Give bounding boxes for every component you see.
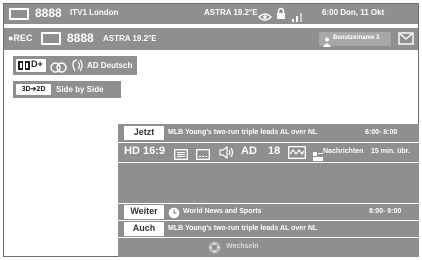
features-row: HD 16:9 AD 18 Nachrichten 15 min. übr. [118,143,419,162]
channel-name: ITV1 London [70,8,119,17]
next-time: 8:00- 9:00 [369,208,402,215]
audio-description-icon [70,59,84,77]
signal-eye-icon [258,9,272,27]
rec-channel-number: 8888 [67,31,94,45]
waveform-icon [288,146,306,164]
ad-badge: AD [241,145,257,157]
satellite-label: ASTRA 19.2°E [204,8,258,17]
3d-mode-bar: 3D➔2D Side by Side [13,81,121,98]
3d-to-2d-chip: 3D➔2D [16,84,51,95]
switch-button[interactable]: Wechseln [208,240,288,255]
switch-label: Wechseln [226,243,259,250]
audio-info-bar: D+ AD Deutsch [13,56,137,75]
channel-info-bar: 8888 ITV1 London ASTRA 19.2°E 6:00 Don, … [4,4,418,24]
lock-icon [276,7,286,25]
next-label: Weiter [124,205,164,219]
now-time: 6:00- 8:00 [365,129,398,136]
also-title: MLB Young's two-run triple leads AL over… [168,225,318,232]
audio-language: AD Deutsch [87,61,133,70]
signal-strength-icon [291,9,303,27]
teletext-icon [174,147,188,165]
now-label: Jetzt [124,126,164,140]
mail-icon[interactable] [398,32,414,50]
dolby-label: D+ [31,59,43,69]
now-row[interactable]: Jetzt MLB Young's two-run triple leads A… [118,124,419,142]
genre-label: Nachrichten [323,148,364,155]
rec-satellite-label: ASTRA 19.2°E [103,34,157,43]
panel-divider [118,237,419,238]
user-chip[interactable]: Benutzername 3 [319,32,391,47]
nav-button-icon [208,241,221,259]
news-icon [313,148,323,166]
dolby-icon: D+ [16,59,46,72]
now-title: MLB Young's two-run triple leads AL over… [168,129,318,136]
aspect-ratio-badge: 16:9 [143,145,166,157]
time-date: 6:00 Don, 11 Okt [322,8,385,17]
remaining-time: 15 min. übr. [371,148,410,155]
panel-divider [118,162,419,163]
screen-icon [41,32,61,45]
rec-indicator: ●REC [8,33,33,43]
next-title: World News and Sports [183,208,262,215]
recording-bar: ●REC 8888 ASTRA 19.2°E Benutzername 3 [4,28,418,50]
user-name: Benutzername 3 [333,35,380,41]
screen-icon [9,8,29,20]
stereo-icon [50,60,67,78]
user-icon [323,34,331,52]
also-row[interactable]: Auch MLB Young's two-run triple leads AL… [118,221,419,237]
also-label: Auch [124,222,164,236]
hd-badge: HD [124,145,140,157]
next-row[interactable]: Weiter World News and Sports 8:00- 9:00 [118,204,419,220]
subtitle-icon [196,147,210,165]
3d-mode-label: Side by Side [56,85,104,94]
channel-number: 8888 [35,6,62,20]
age-rating-badge: 18 [268,145,281,157]
audio-icon [219,145,234,164]
